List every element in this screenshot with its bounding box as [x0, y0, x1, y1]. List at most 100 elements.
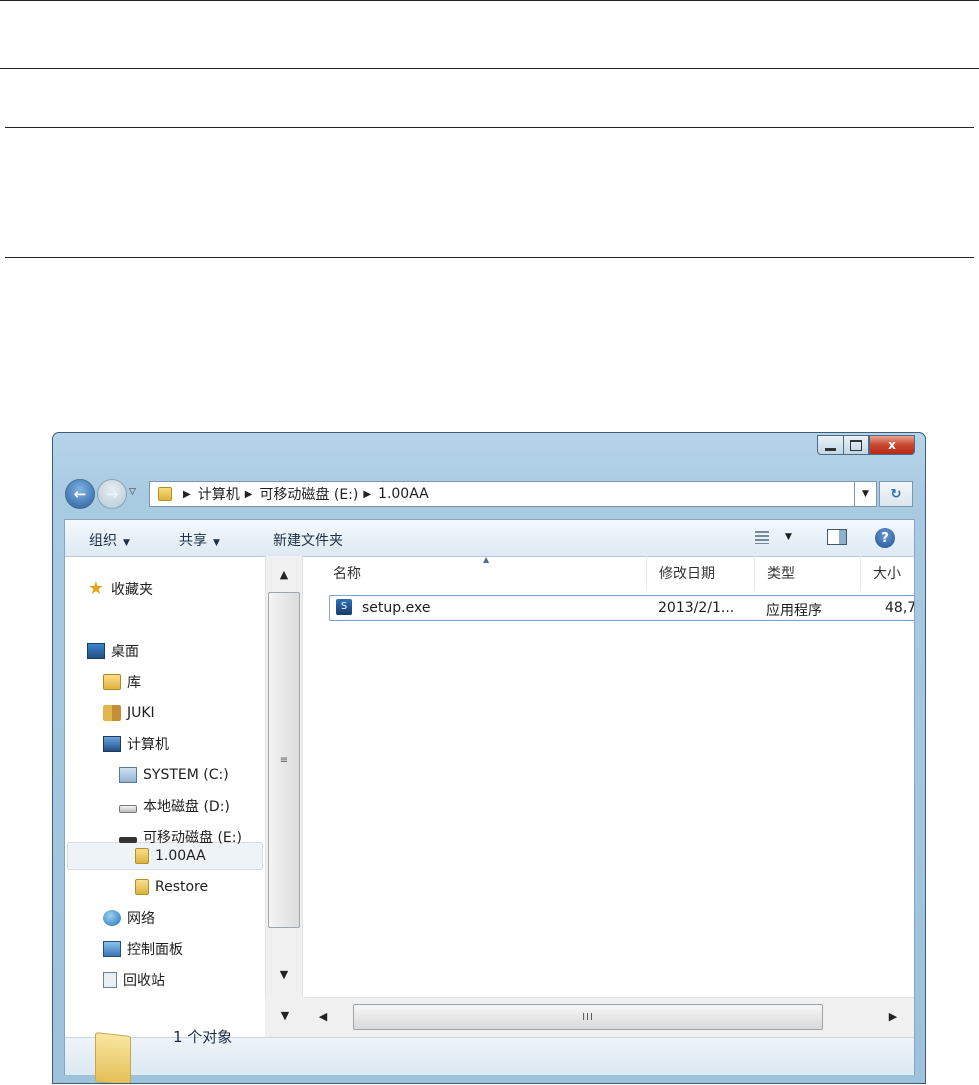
scroll-up-icon[interactable]: ▲: [266, 568, 302, 581]
folder-large-icon: [95, 1032, 131, 1083]
share-menu[interactable]: 共享 ▼: [179, 530, 220, 550]
close-button[interactable]: x: [869, 435, 915, 455]
column-header-type[interactable]: 类型: [755, 556, 861, 590]
chevron-down-icon: ▼: [213, 538, 220, 548]
navigation-pane: ★ 收藏夹 桌面 库 JUKI 计算机 SYSTEM (C:) 本地磁盘 (D:)…: [65, 556, 265, 997]
preview-pane-icon[interactable]: [827, 529, 847, 545]
explorer-window: x ← → ▽ ▶ 计算机 ▶ 可移动磁盘 (E:) ▶ 1.00AA ▼ ↻ …: [52, 432, 926, 1084]
nav-item-label: 计算机: [127, 737, 169, 753]
new-folder-button[interactable]: 新建文件夹: [273, 530, 343, 550]
nav-item-label: 收藏夹: [111, 582, 153, 598]
nav-item-label: 桌面: [111, 644, 139, 660]
breadcrumb-separator-icon[interactable]: ▶: [183, 489, 191, 500]
maximize-button[interactable]: [843, 435, 869, 455]
breadcrumb-separator-icon[interactable]: ▶: [245, 489, 253, 500]
back-button[interactable]: ←: [65, 479, 95, 509]
address-bar[interactable]: ▶ 计算机 ▶ 可移动磁盘 (E:) ▶ 1.00AA: [149, 481, 855, 507]
file-list-horizontal-scrollbar[interactable]: ◀ III ▶: [305, 997, 914, 1037]
nav-item-label: Restore: [155, 879, 209, 895]
nav-item-desktop[interactable]: 桌面: [87, 638, 139, 664]
control-panel-icon: [103, 941, 121, 957]
item-count: 1 个对象: [173, 1028, 233, 1046]
system-drive-icon: [119, 767, 137, 783]
command-bar: 组织 ▼ 共享 ▼ 新建文件夹 ▼ ?: [65, 520, 914, 557]
scroll-thumb[interactable]: III: [353, 1004, 823, 1030]
chevron-down-icon: ▼: [862, 489, 869, 499]
scroll-thumb[interactable]: ≡: [268, 592, 300, 928]
window-controls: x: [817, 435, 915, 455]
close-icon: x: [888, 438, 896, 452]
scroll-down-icon[interactable]: ▼: [267, 1009, 303, 1022]
user-folder-icon: [103, 705, 121, 721]
nav-item-label: 网络: [127, 911, 155, 927]
document-rule: [5, 127, 974, 128]
exe-icon: S: [336, 599, 352, 615]
nav-item-label: 控制面板: [127, 942, 183, 958]
nav-item-favorites[interactable]: ★ 收藏夹: [87, 576, 153, 602]
column-header-name[interactable]: 名称: [321, 556, 647, 590]
back-arrow-icon: ←: [73, 485, 87, 503]
file-date: 2013/2/1...: [658, 600, 735, 616]
computer-icon: [103, 736, 121, 752]
maximize-icon: [850, 439, 862, 451]
document-rule: [0, 68, 979, 69]
help-icon[interactable]: ?: [875, 528, 895, 548]
forward-button[interactable]: →: [97, 479, 127, 509]
nav-item-restore[interactable]: Restore: [135, 874, 208, 900]
file-size: 48,7: [885, 600, 914, 616]
grip-icon: ≡: [279, 754, 289, 766]
nav-item-label: 回收站: [123, 973, 165, 989]
document-rule: [0, 0, 979, 1]
nav-item-library[interactable]: 库: [103, 669, 141, 695]
scroll-right-icon[interactable]: ▶: [875, 1010, 911, 1023]
nav-item-1-00aa[interactable]: 1.00AA: [135, 843, 206, 869]
share-label: 共享: [179, 533, 207, 549]
refresh-icon: ↻: [890, 486, 902, 502]
view-options-icon[interactable]: [755, 531, 769, 544]
scroll-down-icon[interactable]: ▼: [266, 968, 302, 981]
chevron-down-icon: ▼: [123, 538, 130, 548]
column-header-date[interactable]: 修改日期: [647, 556, 755, 590]
forward-arrow-icon: →: [105, 485, 119, 503]
organize-label: 组织: [89, 533, 117, 549]
organize-menu[interactable]: 组织 ▼: [89, 530, 130, 550]
nav-item-label: 本地磁盘 (D:): [143, 799, 230, 815]
details-pane: 1 个对象: [65, 1028, 914, 1083]
nav-item-system-c[interactable]: SYSTEM (C:): [119, 762, 229, 788]
recycle-bin-icon: [103, 972, 117, 988]
minimize-button[interactable]: [817, 435, 843, 455]
file-row[interactable]: S setup.exe 2013/2/1... 应用程序 48,7: [329, 595, 914, 621]
nav-item-local-disk-d[interactable]: 本地磁盘 (D:): [119, 793, 230, 819]
nav-item-label: JUKI: [127, 705, 155, 721]
nav-item-computer[interactable]: 计算机: [103, 731, 169, 757]
column-header-size[interactable]: 大小: [861, 556, 914, 590]
breadcrumb-computer[interactable]: 计算机: [198, 484, 240, 504]
network-icon: [103, 910, 121, 926]
breadcrumb-current-folder[interactable]: 1.00AA: [378, 486, 429, 502]
desktop-icon: [87, 643, 105, 659]
nav-item-label: SYSTEM (C:): [143, 767, 229, 783]
file-type: 应用程序: [766, 603, 822, 619]
file-list: ▲ 名称 修改日期 类型 大小 S setup.exe 2013/2/1... …: [305, 556, 914, 997]
document-rule: [5, 257, 974, 258]
navigation-scrollbar[interactable]: ▲ ≡ ▼: [265, 556, 303, 997]
explorer-content: 组织 ▼ 共享 ▼ 新建文件夹 ▼ ? ★ 收藏夹 桌面 库 JUKI 计算机 SYS…: [64, 519, 915, 1083]
address-history-dropdown[interactable]: ▼: [855, 481, 877, 507]
nav-item-juki[interactable]: JUKI: [103, 700, 155, 726]
scrollbar-corner: ▼: [265, 997, 305, 1037]
chevron-down-icon[interactable]: ▼: [785, 532, 792, 542]
nav-item-network[interactable]: 网络: [103, 905, 155, 931]
recent-pages-dropdown[interactable]: ▽: [129, 487, 136, 497]
scroll-left-icon[interactable]: ◀: [305, 1010, 341, 1023]
nav-item-recycle-bin[interactable]: 回收站: [103, 967, 165, 993]
nav-item-control-panel[interactable]: 控制面板: [103, 936, 183, 962]
breadcrumb-separator-icon[interactable]: ▶: [363, 489, 371, 500]
navigation-row: ← → ▽ ▶ 计算机 ▶ 可移动磁盘 (E:) ▶ 1.00AA ▼ ↻: [65, 477, 913, 511]
refresh-button[interactable]: ↻: [879, 481, 913, 507]
hard-drive-icon: [119, 805, 137, 813]
folder-icon: [135, 879, 149, 895]
breadcrumb-removable-drive[interactable]: 可移动磁盘 (E:): [259, 484, 358, 504]
folder-icon: [135, 848, 149, 864]
library-icon: [103, 674, 121, 690]
grip-icon: III: [582, 1011, 594, 1023]
